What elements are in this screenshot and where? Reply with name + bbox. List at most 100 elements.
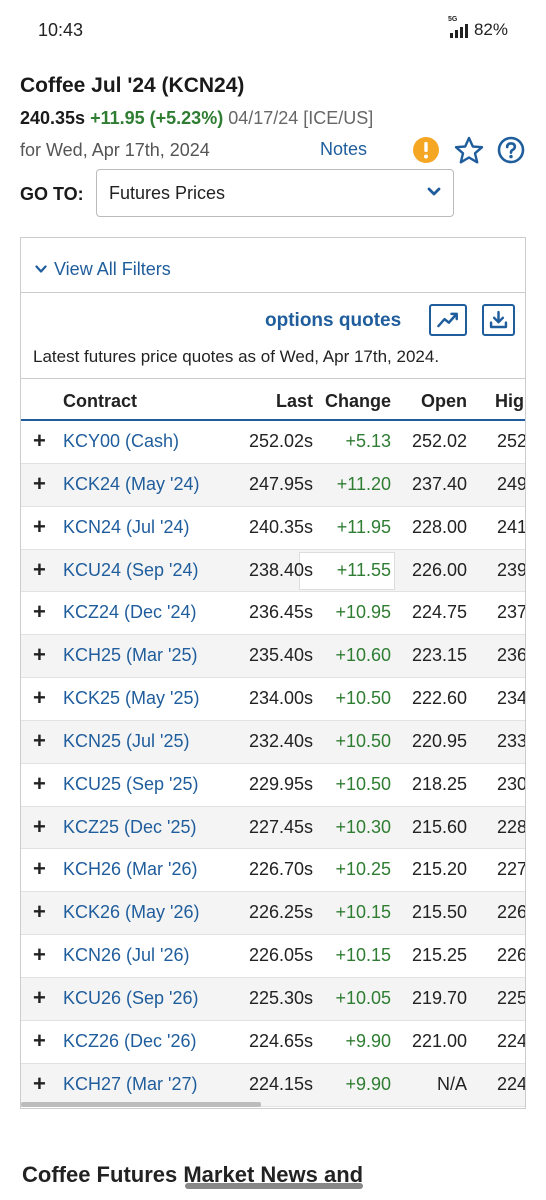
contract-link[interactable]: KCK25 (May '25) xyxy=(63,688,200,709)
table-row[interactable]: + KCK26 (May '26) 226.25s +10.15 215.50 226.3 xyxy=(21,892,525,936)
table-row[interactable]: + KCN25 (Jul '25) 232.40s +10.50 220.95 233.2 xyxy=(21,720,525,764)
open-value: 224.75 xyxy=(411,602,467,623)
download-icon xyxy=(489,310,508,329)
expand-row-icon[interactable]: + xyxy=(33,942,46,968)
open-value: 215.50 xyxy=(411,902,467,923)
expand-row-icon[interactable]: + xyxy=(33,1071,46,1097)
page-title: Coffee Jul '24 (KCN24) xyxy=(20,74,245,97)
options-quotes-link[interactable]: options quotes xyxy=(265,310,401,332)
contract-link[interactable]: KCK26 (May '26) xyxy=(63,902,200,923)
open-value: 221.00 xyxy=(411,1030,467,1051)
contract-link[interactable]: KCN25 (Jul '25) xyxy=(63,731,189,752)
home-indicator[interactable] xyxy=(185,1183,363,1189)
horizontal-scrollbar[interactable] xyxy=(21,1102,261,1107)
expand-row-icon[interactable]: + xyxy=(33,728,46,754)
change-value: +10.15 xyxy=(335,945,391,966)
high-value: 224.1 xyxy=(497,1073,525,1094)
table-row[interactable]: + KCZ25 (Dec '25) 227.45s +10.30 215.60 228.4 xyxy=(21,806,525,850)
change-value: +11.95 xyxy=(336,516,391,537)
column-header-open[interactable]: Open xyxy=(421,391,467,412)
status-indicators: 5G 82% xyxy=(448,16,508,40)
goto-select[interactable]: Futures Prices xyxy=(96,169,454,217)
last-value: 229.95s xyxy=(248,773,313,794)
contract-link[interactable]: KCH26 (Mar '26) xyxy=(63,859,197,880)
open-value: 220.95 xyxy=(411,730,467,751)
change-value: +10.50 xyxy=(335,688,391,709)
table-row[interactable]: + KCH25 (Mar '25) 235.40s +10.60 223.15 236.4 xyxy=(21,635,525,679)
last-value: 252.02s xyxy=(248,431,313,451)
table-row[interactable]: + KCK24 (May '24) 247.95s +11.20 237.40 249.3 xyxy=(21,463,525,507)
expand-row-icon[interactable]: + xyxy=(33,642,46,668)
contract-link[interactable]: KCH27 (Mar '27) xyxy=(63,1074,197,1095)
contract-link[interactable]: KCZ26 (Dec '26) xyxy=(63,1031,196,1052)
expand-row-icon[interactable]: + xyxy=(33,899,46,925)
expand-row-icon[interactable]: + xyxy=(33,771,46,797)
filters-toggle[interactable]: View All Filters xyxy=(21,238,525,293)
column-header-contract[interactable]: Contract xyxy=(63,391,137,412)
high-value: 226.0 xyxy=(497,945,525,966)
expand-row-icon[interactable]: + xyxy=(33,428,46,454)
contract-link[interactable]: KCY00 (Cash) xyxy=(63,431,179,452)
open-value: 223.15 xyxy=(411,645,467,666)
table-row[interactable]: + KCZ26 (Dec '26) 224.65s +9.90 221.00 224.6 xyxy=(21,1021,525,1064)
star-icon[interactable] xyxy=(454,136,484,164)
expand-row-icon[interactable]: + xyxy=(33,1028,46,1054)
table-row[interactable]: + KCK25 (May '25) 234.00s +10.50 222.60 234.7 xyxy=(21,678,525,721)
signal-icon: 5G xyxy=(448,16,468,38)
status-time: 10:43 xyxy=(38,20,84,40)
open-value: 222.60 xyxy=(411,688,467,709)
high-value: 228.4 xyxy=(497,816,525,837)
table-row[interactable]: + KCN24 (Jul '24) 240.35s +11.95 228.00 241.7 xyxy=(21,507,525,550)
expand-row-icon[interactable]: + xyxy=(33,514,46,540)
contract-link[interactable]: KCK24 (May '24) xyxy=(63,474,200,495)
contract-link[interactable]: KCZ25 (Dec '25) xyxy=(63,817,196,838)
contract-link[interactable]: KCU25 (Sep '25) xyxy=(63,774,199,795)
high-value: 237.5 xyxy=(497,602,525,623)
open-value: 252.02 xyxy=(411,431,467,451)
last-value: 235.40s xyxy=(248,645,313,666)
high-value: 239.7 xyxy=(497,559,525,580)
expand-row-icon[interactable]: + xyxy=(33,814,46,840)
expand-row-icon[interactable]: + xyxy=(33,985,46,1011)
table-row[interactable]: + KCH26 (Mar '26) 226.70s +10.25 215.20 227.1 xyxy=(21,849,525,893)
column-header-high[interactable]: Hig xyxy=(495,391,524,412)
last-price: 240.35s xyxy=(20,108,86,128)
expand-row-icon[interactable]: + xyxy=(33,557,46,583)
open-value: 215.60 xyxy=(411,816,467,837)
table-row[interactable]: + KCZ24 (Dec '24) 236.45s +10.95 224.75 237.5 xyxy=(21,592,525,636)
alert-icon[interactable] xyxy=(413,137,439,163)
column-header-change[interactable]: Change xyxy=(325,391,391,412)
expand-row-icon[interactable]: + xyxy=(33,471,46,497)
contract-link[interactable]: KCN24 (Jul '24) xyxy=(63,517,189,538)
contract-link[interactable]: KCN26 (Jul '26) xyxy=(63,945,189,966)
for-date: for Wed, Apr 17th, 2024 xyxy=(20,140,210,160)
open-value: 237.40 xyxy=(411,473,467,494)
battery-level: 82% xyxy=(473,20,508,39)
table-row[interactable]: + KCU26 (Sep '26) 225.30s +10.05 219.70 225.3 xyxy=(21,977,525,1021)
help-icon[interactable] xyxy=(497,136,525,164)
open-value: 218.25 xyxy=(411,773,467,794)
table-row[interactable]: + KCH27 (Mar '27) 224.15s +9.90 N/A 224.1 xyxy=(21,1063,525,1107)
contract-link[interactable]: KCU26 (Sep '26) xyxy=(63,988,199,1009)
change-value: +9.90 xyxy=(345,1073,391,1094)
table-row[interactable]: + KCU25 (Sep '25) 229.95s +10.50 218.25 230.8 xyxy=(21,764,525,807)
open-value: 215.25 xyxy=(411,945,467,966)
notes-link[interactable]: Notes xyxy=(320,139,367,160)
column-header-last[interactable]: Last xyxy=(276,391,313,412)
latest-quotes-text: Latest futures price quotes as of Wed, A… xyxy=(33,347,440,366)
contract-link[interactable]: KCZ24 (Dec '24) xyxy=(63,602,196,623)
table-row[interactable]: + KCY00 (Cash) 252.02s +5.13 252.02 252.0 xyxy=(21,421,525,464)
expand-row-icon[interactable]: + xyxy=(33,856,46,882)
expand-row-icon[interactable]: + xyxy=(33,685,46,711)
chart-button[interactable] xyxy=(429,304,467,336)
table-row[interactable]: + KCN26 (Jul '26) 226.05s +10.15 215.25 226.0 xyxy=(21,935,525,978)
download-button[interactable] xyxy=(482,304,515,336)
change-value: +10.05 xyxy=(335,987,391,1008)
price-date-exchange: 04/17/24 [ICE/US] xyxy=(228,108,374,128)
view-all-filters-link[interactable]: View All Filters xyxy=(54,259,171,280)
contract-link[interactable]: KCH25 (Mar '25) xyxy=(63,645,197,666)
table-row[interactable]: + KCU24 (Sep '24) 238.40s +11.55 226.00 239.7 xyxy=(21,549,525,593)
contract-link[interactable]: KCU24 (Sep '24) xyxy=(63,560,199,581)
expand-row-icon[interactable]: + xyxy=(33,599,46,625)
last-value: 240.35s xyxy=(248,516,313,537)
